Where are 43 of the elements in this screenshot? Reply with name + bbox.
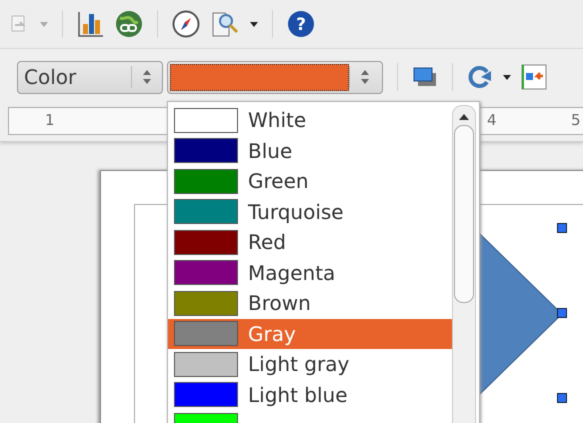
selection-handle[interactable] [557,393,567,403]
ruler-number: 5 [571,111,581,129]
color-name: Light gray [248,352,350,376]
caret-icon[interactable] [250,22,258,26]
color-name: Light blue [248,382,348,407]
scrollbar[interactable] [452,105,476,423]
color-name: Blue [248,138,292,163]
color-name: Red [248,230,286,254]
ruler-number: 1 [45,111,55,129]
scroll-up-icon[interactable] [459,114,469,120]
selection-handle[interactable] [557,223,567,233]
color-option[interactable]: White [168,105,452,136]
color-option[interactable]: Magenta [168,258,452,288]
color-option[interactable]: Blue [168,136,452,166]
fill-color-dropdown[interactable] [167,60,383,94]
color-name: White [248,108,306,132]
color-name: Green [248,169,309,194]
ruler-number: 4 [487,111,497,129]
scrollbar-thumb[interactable] [454,125,474,303]
color-name: Brown [248,291,311,316]
spin-arrows-icon [361,69,369,85]
color-option[interactable]: Light blue [168,380,452,410]
spin-arrows-icon [143,69,151,85]
selection-handle[interactable] [557,308,567,318]
rotate-icon[interactable] [467,64,493,90]
dropdown-value: Color [24,65,78,89]
arrange-icon[interactable] [521,64,547,90]
zoom-page-icon[interactable] [210,10,240,38]
color-name: Gray [248,322,296,346]
compass-icon[interactable] [172,10,200,38]
color-name: Magenta [248,260,336,285]
area-style-dropdown[interactable]: Color [17,60,163,94]
caret-icon[interactable] [503,74,511,80]
help-icon[interactable]: ? [287,10,315,38]
bar-chart-icon[interactable] [77,10,105,38]
color-name: Turquoise [248,200,344,224]
globe-link-icon[interactable] [115,10,143,38]
color-option[interactable]: Light gray [168,349,452,380]
color-option[interactable]: Turquoise [168,196,452,227]
color-option[interactable]: Brown [168,288,452,318]
color-option[interactable]: Green [168,166,452,196]
shadow-icon[interactable] [412,66,438,88]
color-option[interactable]: Red [168,227,452,258]
